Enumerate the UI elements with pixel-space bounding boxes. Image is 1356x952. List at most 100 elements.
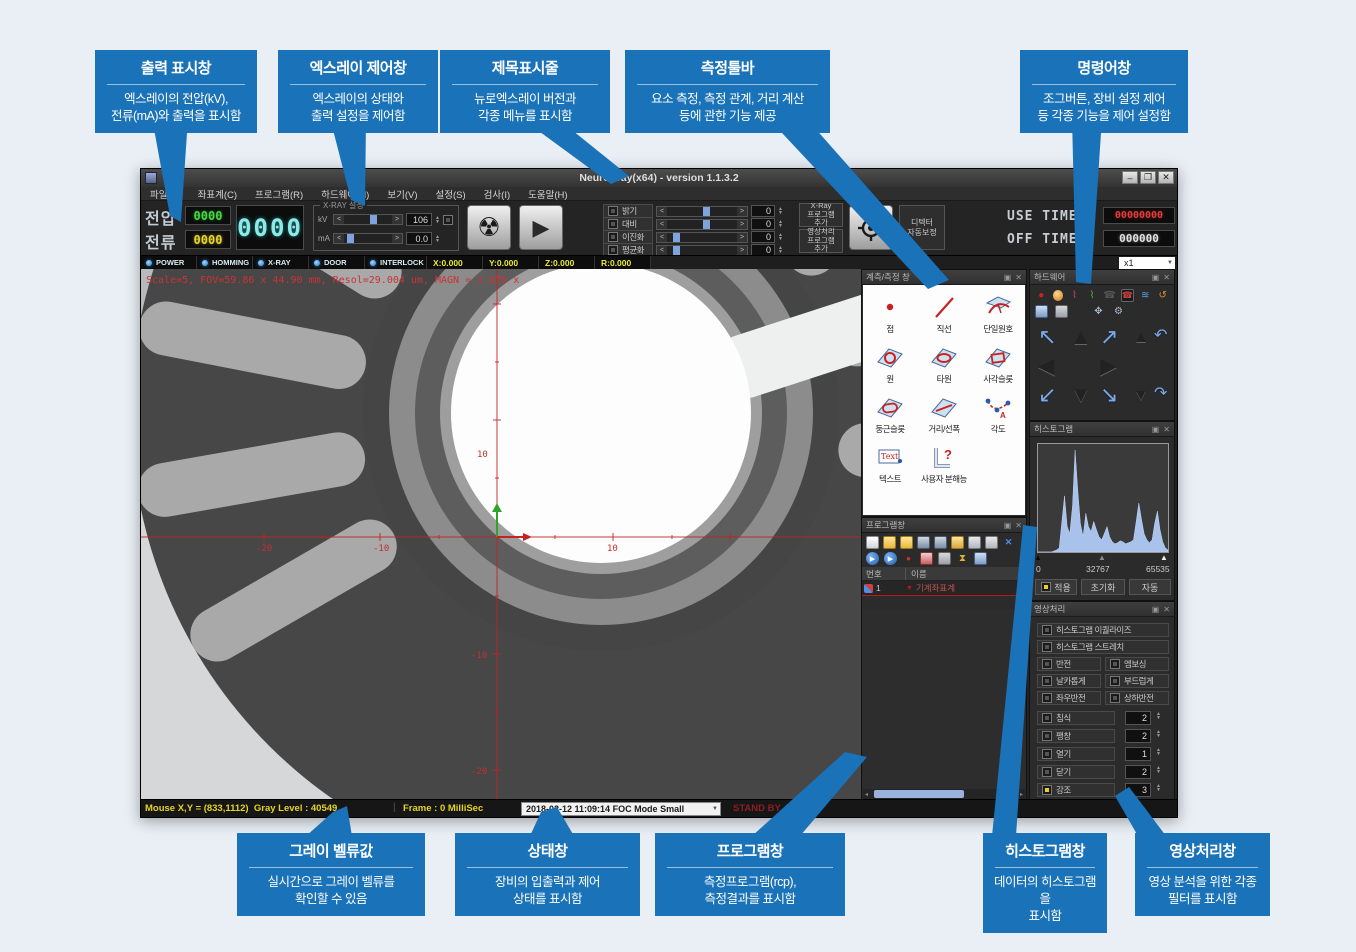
apply-checkbox[interactable] bbox=[1041, 582, 1051, 592]
ma-spinner[interactable]: ▲▼ bbox=[435, 235, 440, 243]
new-file-icon[interactable] bbox=[866, 536, 879, 549]
contrast-toggle[interactable]: 대비 bbox=[603, 217, 653, 231]
joystick-left-icon[interactable]: ⌇ bbox=[1068, 289, 1081, 302]
kv-slider[interactable]: < > bbox=[333, 214, 403, 225]
program-panel-titlebar[interactable]: 프로그램창 ▣✕ bbox=[862, 518, 1026, 533]
menu-help[interactable]: 도움말(H) bbox=[519, 187, 576, 201]
contrast-value[interactable]: 0 bbox=[751, 218, 775, 230]
joystick-right-icon[interactable]: ⌇ bbox=[1086, 289, 1099, 302]
imageproc-panel-titlebar[interactable]: 영상처리 ▣✕ bbox=[1030, 602, 1174, 617]
scroll-left-icon[interactable]: ◂ bbox=[863, 791, 870, 798]
kv-spinner[interactable]: ▲▼ bbox=[435, 216, 440, 224]
emboss-button[interactable]: 엠보싱 bbox=[1105, 657, 1169, 671]
tool-angle[interactable]: A 각도 bbox=[971, 391, 1025, 441]
paste-icon[interactable] bbox=[985, 536, 998, 549]
slider-left-arrow[interactable]: < bbox=[334, 215, 344, 224]
histogram-panel-titlebar[interactable]: 히스토그램 ▣✕ bbox=[1030, 422, 1174, 437]
save-as-icon[interactable] bbox=[934, 536, 947, 549]
move-stage-icon[interactable] bbox=[1035, 305, 1048, 318]
menu-program[interactable]: 프로그램(R) bbox=[246, 187, 312, 201]
close-filter-button[interactable]: 닫기 bbox=[1037, 765, 1115, 779]
kv-value[interactable]: 106 bbox=[406, 213, 432, 226]
slider-right-arrow[interactable]: > bbox=[392, 215, 402, 224]
contrast-spinner[interactable]: ▲▼ bbox=[778, 220, 783, 228]
program-hscrollbar[interactable]: ◂ ▸ bbox=[863, 789, 1025, 799]
tool-round-slot[interactable]: 둥근슬롯 bbox=[863, 391, 917, 441]
histogram-mid-marker[interactable]: ▲ bbox=[1098, 553, 1106, 562]
run-icon[interactable]: ▶ bbox=[866, 552, 879, 565]
histogram-stretch-button[interactable]: 히스토그램 스트레치 bbox=[1037, 640, 1169, 654]
close-icon[interactable]: ✕ bbox=[1163, 605, 1170, 614]
xray-viewport[interactable]: -20 -10 10 10 -10 -20 Scale=5, FOV=59.86… bbox=[141, 269, 861, 801]
restore-button[interactable]: ❐ bbox=[1140, 171, 1156, 184]
flip-horizontal-button[interactable]: 좌우반전 bbox=[1037, 691, 1101, 705]
jog-down-right-button[interactable]: ↘ bbox=[1100, 384, 1118, 406]
average-slider[interactable]: <> bbox=[656, 245, 748, 256]
pin-icon[interactable]: ▣ bbox=[1152, 425, 1160, 434]
printer-icon[interactable] bbox=[938, 552, 951, 565]
menu-view[interactable]: 보기(V) bbox=[378, 187, 426, 201]
smooth-button[interactable]: 부드럽게 bbox=[1105, 674, 1169, 688]
brightness-slider[interactable]: <> bbox=[656, 206, 748, 217]
histogram-reset-button[interactable]: 초기화 bbox=[1081, 579, 1125, 595]
close-filter-value[interactable]: 2 bbox=[1125, 765, 1151, 779]
menu-file[interactable]: 파일(F) bbox=[141, 187, 189, 201]
close-icon[interactable]: ✕ bbox=[1015, 521, 1022, 530]
binarize-value[interactable]: 0 bbox=[751, 231, 775, 243]
binarize-toggle[interactable]: 이진화 bbox=[603, 230, 653, 244]
detector-calibration-button[interactable]: 디텍터 자동보정 bbox=[899, 205, 945, 250]
xray-on-button[interactable]: ☢ bbox=[467, 205, 511, 250]
ma-slider[interactable]: < > bbox=[333, 233, 403, 244]
dilation-value[interactable]: 2 bbox=[1125, 729, 1151, 743]
jog-left-button[interactable]: ◀ bbox=[1038, 355, 1055, 377]
add-xray-program-button[interactable]: X-Ray 프로그램 추가 bbox=[799, 203, 843, 227]
slider-right-arrow[interactable]: > bbox=[392, 234, 402, 243]
close-icon[interactable]: ✕ bbox=[1163, 273, 1170, 282]
tool-user-resolution[interactable]: ? 사용자 분해능 bbox=[917, 441, 971, 491]
tool-distance[interactable]: 거리/선폭 bbox=[917, 391, 971, 441]
add-imageproc-program-button[interactable]: 영상처리 프로그램 추가 bbox=[799, 229, 843, 253]
scrollbar-thumb[interactable] bbox=[874, 790, 964, 798]
measure-panel-titlebar[interactable]: 계측/측정 창 ▣✕ bbox=[862, 270, 1026, 285]
jog-down-left-button[interactable]: ↙ bbox=[1038, 384, 1056, 406]
jog-up-right-button[interactable]: ↗ bbox=[1100, 326, 1118, 348]
pin-icon[interactable]: ▣ bbox=[1004, 273, 1012, 282]
enhance-spinner[interactable]: ▲▼ bbox=[1156, 784, 1161, 792]
copy-icon[interactable] bbox=[968, 536, 981, 549]
window-titlebar[interactable]: NeuroXray(x64) - version 1.1.3.2 – ❐ ✕ bbox=[141, 169, 1177, 187]
delete-icon[interactable]: ✕ bbox=[1002, 536, 1015, 549]
jog-up-button[interactable]: ▲ bbox=[1070, 326, 1092, 348]
monitor-icon[interactable] bbox=[1055, 305, 1068, 318]
close-icon[interactable]: ✕ bbox=[1163, 425, 1170, 434]
binarize-slider[interactable]: <> bbox=[656, 232, 748, 243]
contrast-slider[interactable]: <> bbox=[656, 219, 748, 230]
open-filter-value[interactable]: 1 bbox=[1125, 747, 1151, 761]
open-recent-icon[interactable] bbox=[900, 536, 913, 549]
jog-up-left-button[interactable]: ↖ bbox=[1038, 326, 1056, 348]
open-filter-spinner[interactable]: ▲▼ bbox=[1156, 748, 1161, 756]
tool-text[interactable]: Text 텍스트 bbox=[863, 441, 917, 491]
kv-checkbox[interactable] bbox=[443, 215, 453, 225]
tool-line[interactable]: 직선 bbox=[917, 291, 971, 341]
program-row[interactable]: 1 ▼ 기계좌표계 bbox=[862, 581, 1026, 596]
export-icon[interactable] bbox=[951, 536, 964, 549]
stop-icon[interactable]: ● bbox=[902, 552, 915, 565]
ma-value[interactable]: 0.0 bbox=[406, 232, 432, 245]
jog-rotate-cw-button[interactable]: ↷ bbox=[1154, 386, 1167, 402]
jog-z-up-button[interactable]: ▲ bbox=[1133, 330, 1149, 346]
enhance-button[interactable]: 강조 bbox=[1037, 783, 1115, 797]
histogram-low-marker[interactable]: ▲ bbox=[1034, 553, 1042, 562]
pin-icon[interactable]: ▣ bbox=[1004, 521, 1012, 530]
center-target-button[interactable] bbox=[849, 205, 893, 250]
histogram-auto-button[interactable]: 자동 bbox=[1129, 579, 1171, 595]
open-filter-button[interactable]: 열기 bbox=[1037, 747, 1115, 761]
flip-vertical-button[interactable]: 상하반전 bbox=[1105, 691, 1169, 705]
enhance-value[interactable]: 3 bbox=[1125, 783, 1151, 797]
close-button[interactable]: ✕ bbox=[1158, 171, 1174, 184]
erosion-value[interactable]: 2 bbox=[1125, 711, 1151, 725]
brightness-toggle[interactable]: 밝기 bbox=[603, 204, 653, 218]
tool-rect-slot[interactable]: 사각슬롯 bbox=[971, 341, 1025, 391]
gear-icon[interactable]: ⚙ bbox=[1112, 305, 1125, 318]
histogram-apply-button[interactable]: 적용 bbox=[1035, 579, 1077, 595]
wifi-icon[interactable]: ≋ bbox=[1139, 289, 1152, 302]
